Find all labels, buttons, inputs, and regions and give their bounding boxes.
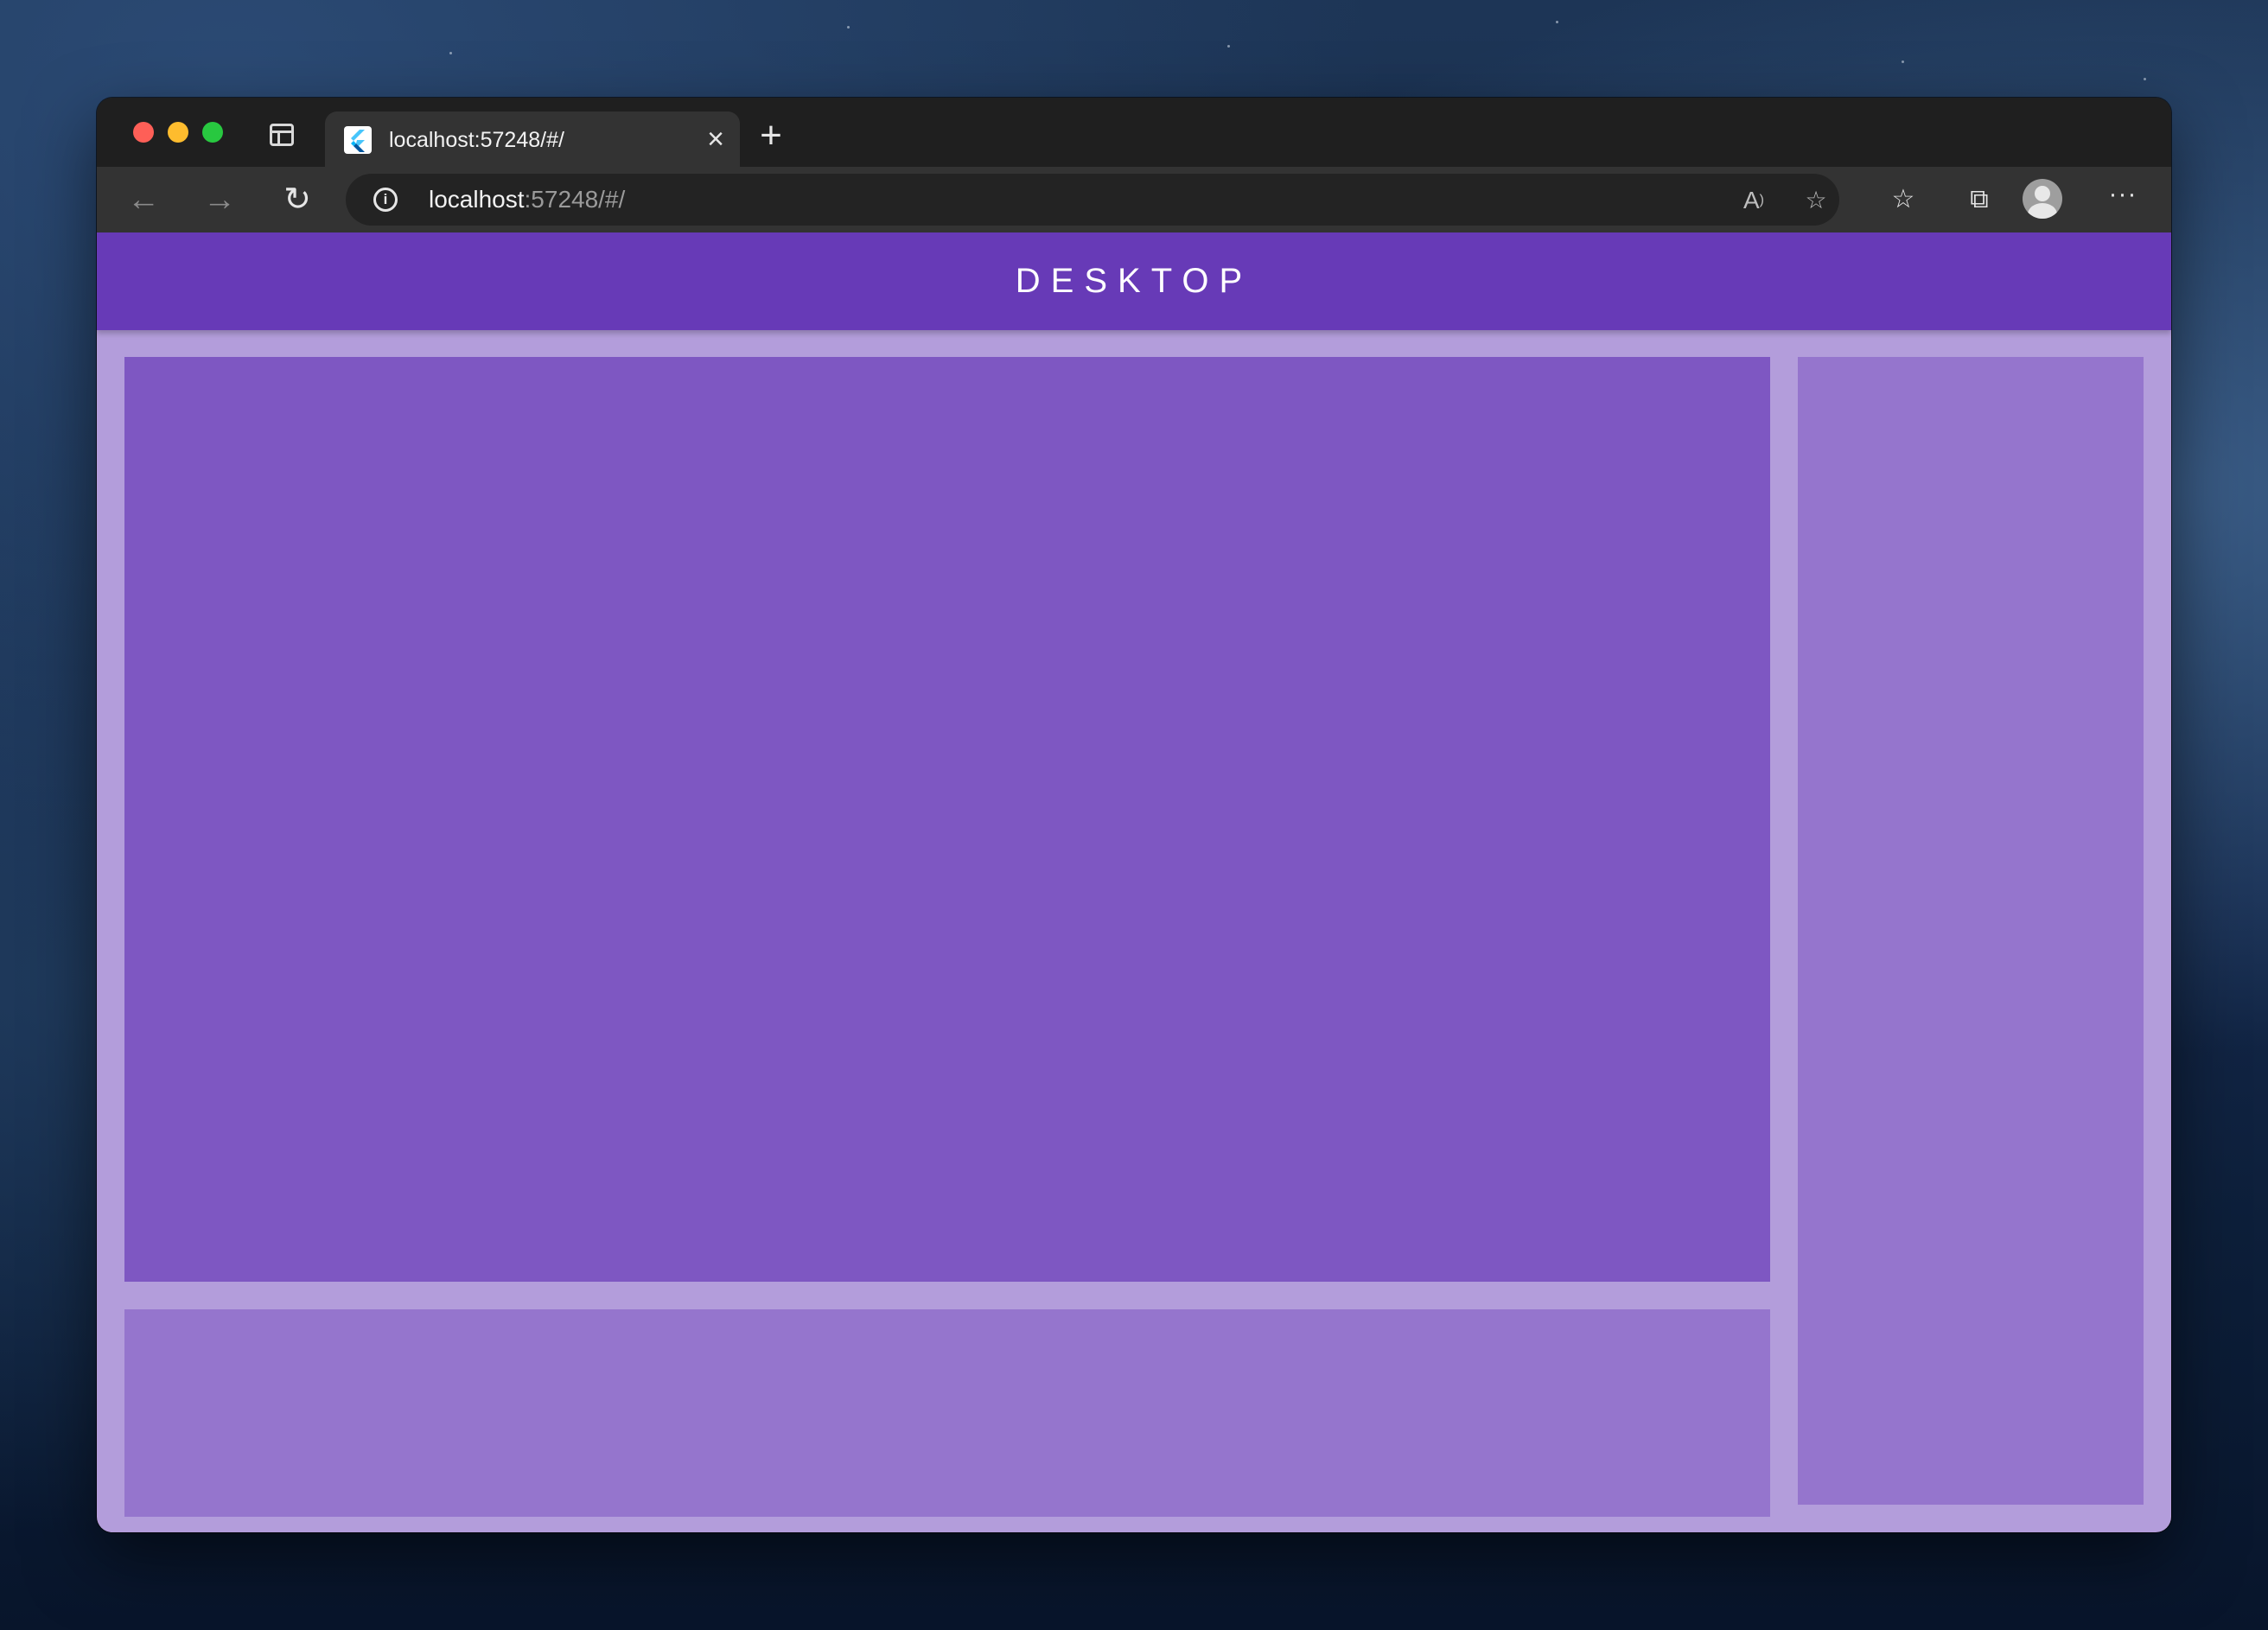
browser-titlebar: localhost:57248/#/ × +	[97, 98, 2171, 167]
read-aloud-icon[interactable]: A)	[1739, 186, 1768, 215]
info-icon[interactable]: i	[373, 188, 398, 212]
browser-tab[interactable]: localhost:57248/#/ ×	[325, 111, 740, 167]
reload-icon[interactable]: ↻	[278, 181, 316, 219]
flutter-icon	[344, 126, 372, 154]
bottom-panel	[124, 1309, 1770, 1517]
address-bar[interactable]: i localhost:57248/#/ A) ☆	[346, 174, 1839, 226]
address-url[interactable]: localhost:57248/#/	[429, 186, 625, 213]
url-path: :57248/#/	[524, 186, 626, 213]
avatar-icon[interactable]	[2023, 179, 2062, 219]
favorites-list-icon[interactable]: ☆	[1888, 184, 1919, 215]
app-page: DESKTOP	[97, 232, 2171, 1532]
app-bar: DESKTOP	[97, 232, 2171, 330]
url-host: localhost	[429, 186, 525, 213]
window-close-button[interactable]	[133, 122, 154, 143]
collections-icon[interactable]: ⧉	[1964, 184, 1995, 215]
browser-toolbar: ← → ↻ i localhost:57248/#/ A) ☆ ☆ ⧉ ···	[97, 167, 2171, 232]
arrow-left-icon[interactable]: ←	[124, 181, 162, 219]
window-minimize-button[interactable]	[168, 122, 188, 143]
star-plus-icon[interactable]: ☆	[1801, 186, 1831, 215]
browser-window: localhost:57248/#/ × + ← → ↻ i localhost…	[97, 98, 2171, 1532]
tab-title: localhost:57248/#/	[389, 128, 564, 152]
close-icon[interactable]: ×	[702, 124, 729, 154]
plus-icon[interactable]: +	[755, 117, 787, 155]
arrow-right-icon[interactable]: →	[201, 181, 239, 219]
page-title: DESKTOP	[1015, 262, 1253, 300]
more-dots-icon[interactable]: ···	[2107, 179, 2138, 210]
tab-actions-icon[interactable]	[270, 124, 294, 146]
main-panel	[124, 357, 1770, 1282]
window-maximize-button[interactable]	[202, 122, 223, 143]
side-panel	[1798, 357, 2144, 1505]
